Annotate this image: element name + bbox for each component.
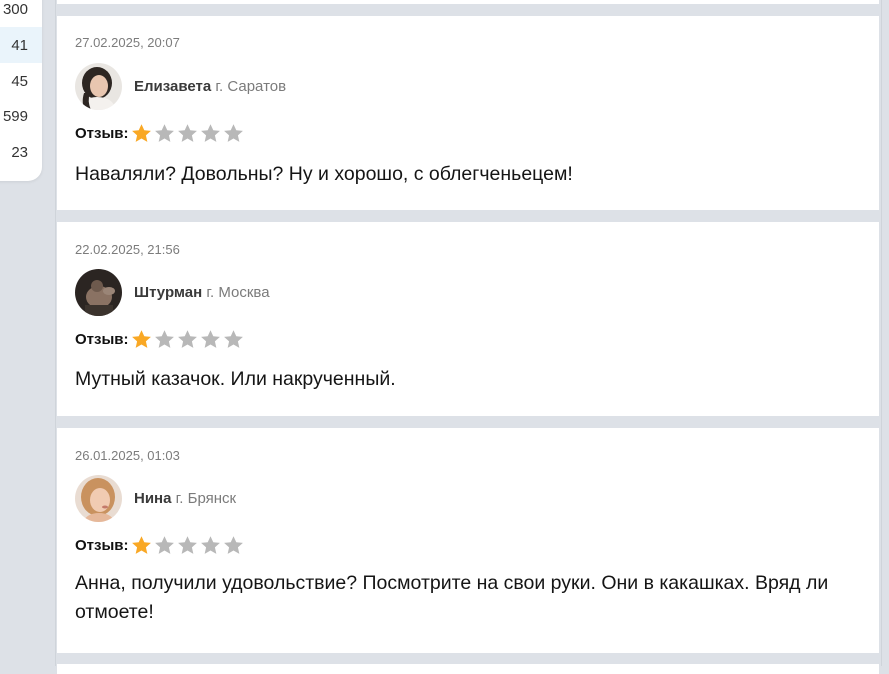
review-card: 22.02.2025, 21:56 Штурман г. Москва Отзы… [57,222,879,416]
star-filled-icon [131,330,151,348]
rating-label: Отзыв: [75,537,129,554]
rating-label: Отзыв: [75,125,129,142]
sidebar-count-item[interactable]: 45 [0,63,42,99]
sidebar-count-value: 23 [11,143,28,161]
sidebar-count-item[interactable]: 300 [0,0,42,27]
review-card-partial [57,0,879,4]
star-empty-icon [154,330,174,348]
rating-row: Отзыв: [75,122,245,145]
star-empty-icon [177,536,197,554]
man-dark-photo-avatar[interactable] [75,269,122,316]
rating-stars [130,122,245,145]
review-text: Наваляли? Довольны? Ну и хорошо, с облег… [75,163,573,185]
star-empty-icon [223,124,243,142]
woman-blonde-avatar[interactable] [75,475,122,522]
star-empty-icon [177,124,197,142]
review-date: 22.02.2025, 21:56 [75,242,180,257]
sidebar-count-value: 599 [2,107,28,125]
star-filled-icon [131,536,151,554]
sidebar-count-item[interactable]: 23 [0,134,42,170]
review-date: 27.02.2025, 20:07 [75,35,180,50]
sidebar-count-value: 41 [11,36,28,54]
author-name[interactable]: Нина [134,490,171,507]
star-empty-icon [223,536,243,554]
star-empty-icon [200,536,220,554]
review-card: 26.01.2025, 01:03 Нина г. Брянск Отзыв: … [57,428,879,653]
star-empty-icon [177,330,197,348]
author-city: г. Москва [206,284,270,301]
rating-label: Отзыв: [75,331,129,348]
star-empty-icon [223,330,243,348]
review-text: Мутный казачок. Или накрученный. [75,368,396,390]
woman-dark-hair-avatar[interactable] [75,63,122,110]
star-empty-icon [200,330,220,348]
sidebar-count-value: 45 [11,72,28,90]
sidebar-count-value: 300 [2,0,28,18]
star-empty-icon [154,536,174,554]
review-card: 27.02.2025, 20:07 Елизавета г. Саратов О… [57,16,879,210]
star-filled-icon [131,124,151,142]
author-city: г. Брянск [175,490,237,507]
rating-stars [130,534,245,557]
author-name[interactable]: Елизавета [134,78,211,95]
review-author: Нина г. Брянск [134,490,236,507]
author-name[interactable]: Штурман [134,284,202,301]
star-empty-icon [200,124,220,142]
review-date: 26.01.2025, 01:03 [75,448,180,463]
sidebar-counts: 300 41 45 599 23 [0,0,42,181]
review-author: Штурман г. Москва [134,284,270,301]
rating-row: Отзыв: [75,328,245,351]
rating-stars [130,328,245,351]
author-city: г. Саратов [215,78,287,95]
reviews-feed: 27.02.2025, 20:07 Елизавета г. Саратов О… [55,0,882,674]
star-empty-icon [154,124,174,142]
sidebar-count-item[interactable]: 599 [0,98,42,134]
review-text: Анна, получили удовольствие? Посмотрите … [75,572,829,623]
review-author: Елизавета г. Саратов [134,78,286,95]
sidebar-count-item-active[interactable]: 41 [0,27,42,63]
rating-row: Отзыв: [75,534,245,557]
